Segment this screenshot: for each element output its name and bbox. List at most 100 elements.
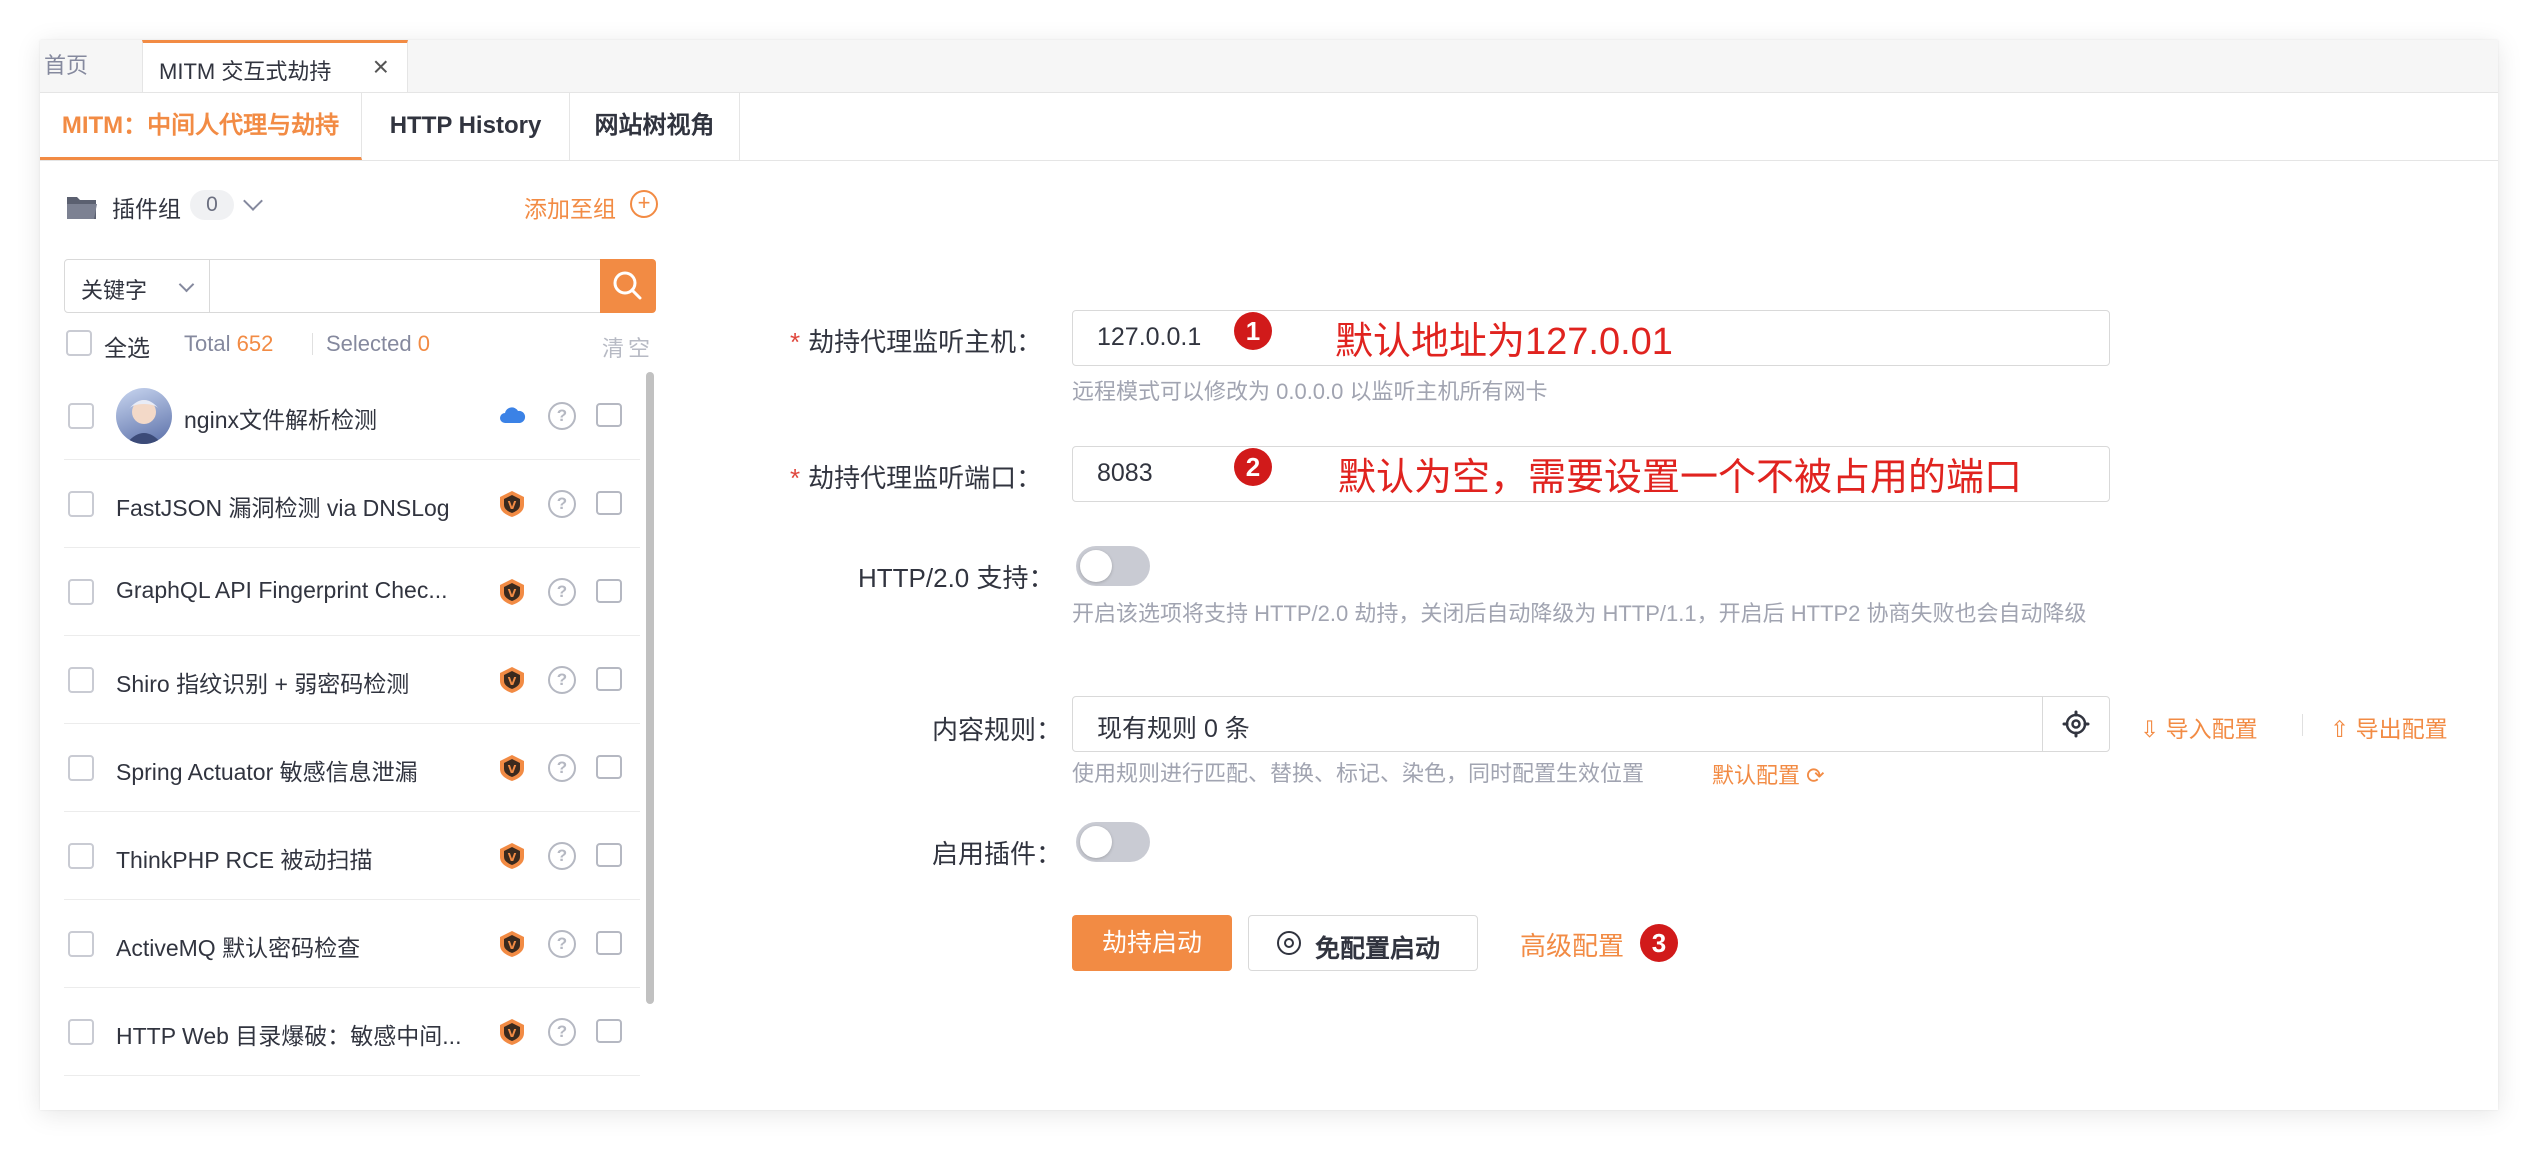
export-config-link[interactable]: ⇧ 导出配置 [2330,710,2448,744]
rules-label: 内容规则： [932,715,1063,745]
terminal-icon[interactable] [596,491,622,515]
rules-field[interactable]: 现有规则 0 条 [1072,696,2110,752]
chevron-down-icon[interactable] [243,191,263,211]
start-noconfig-button[interactable]: 免配置启动 [1248,915,1478,971]
sub-tab-bar: MITM：中间人代理与劫持 HTTP History 网站树视角 [40,92,2498,161]
shield-v-icon: V [500,579,524,605]
plugin-name: FastJSON 漏洞检测 via DNSLog [116,495,450,521]
list-item[interactable]: ThinkPHP RCE 被动扫描 V ? [64,812,640,900]
subtab-http-history[interactable]: HTTP History [362,92,570,160]
terminal-icon[interactable] [596,1019,622,1043]
tab-home[interactable]: 首页 [44,40,88,92]
clear-button[interactable]: 清空 [602,331,654,363]
search-icon [613,271,642,300]
svg-text:V: V [508,851,517,864]
list-item[interactable]: FastJSON 漏洞检测 via DNSLog V ? [64,460,640,548]
plugin-name: Shiro 指纹识别 + 弱密码检测 [116,671,410,697]
shield-v-icon: V [500,931,524,957]
total-count: Total 652 [184,331,274,356]
help-icon[interactable]: ? [548,1018,576,1046]
close-icon[interactable]: × [373,51,389,83]
list-item[interactable]: Shiro 指纹识别 + 弱密码检测 V ? [64,636,640,724]
select-all-checkbox[interactable] [66,330,92,356]
select-all-label[interactable]: 全选 [104,329,150,363]
tab-bar: 首页 MITM 交互式劫持 × [40,40,2498,93]
annotation-marker-1: 1 [1234,312,1272,350]
shield-v-icon: V [500,667,524,693]
host-label: * 劫持代理监听主机： [790,327,1043,357]
plugin-checkbox[interactable] [68,403,94,429]
help-icon[interactable]: ? [548,490,576,518]
shield-v-icon: V [500,1019,524,1045]
shield-v-icon: V [500,755,524,781]
add-to-group-link[interactable]: 添加至组 [524,190,616,224]
list-item[interactable]: GraphQL API Fingerprint Chec... V ? [64,548,640,636]
search-button[interactable] [600,259,656,313]
plugin-checkbox[interactable] [68,579,94,605]
svg-text:V: V [508,587,517,600]
search-row: 关键字 [64,259,656,313]
annotation-marker-3: 3 [1640,924,1678,962]
svg-text:V: V [508,1027,517,1040]
help-icon[interactable]: ? [548,578,576,606]
scrollbar[interactable] [646,372,654,1004]
help-icon[interactable]: ? [548,666,576,694]
export-icon: ⇧ [2330,716,2356,742]
rules-settings-button[interactable] [2042,697,2109,751]
app-window: 首页 MITM 交互式劫持 × MITM：中间人代理与劫持 HTTP Histo… [40,40,2498,1110]
shield-v-icon: V [500,491,524,517]
terminal-icon[interactable] [596,843,622,867]
plugin-checkbox[interactable] [68,667,94,693]
plugin-name: ActiveMQ 默认密码检查 [116,935,361,961]
start-hijack-button[interactable]: 劫持启动 [1072,915,1232,971]
advanced-config-link[interactable]: 高级配置 [1520,926,1624,963]
plugin-group-count: 0 [190,190,234,220]
help-icon[interactable]: ? [548,930,576,958]
default-config-link[interactable]: 默认配置 ⟳ [1712,758,1825,790]
plugin-name: nginx文件解析检测 [184,407,377,433]
subtab-mitm[interactable]: MITM：中间人代理与劫持 [40,92,362,160]
search-type-select[interactable]: 关键字 [64,259,210,313]
list-item[interactable]: Spring Actuator 敏感信息泄漏 V ? [64,724,640,812]
rules-hint: 使用规则进行匹配、替换、标记、染色，同时配置生效位置 [1072,761,1645,786]
terminal-icon[interactable] [596,931,622,955]
rules-value: 现有规则 0 条 [1097,715,1250,743]
avatar [116,388,172,444]
search-input[interactable] [209,259,601,313]
help-icon[interactable]: ? [548,842,576,870]
list-item[interactable]: nginx文件解析检测 ? [64,372,640,460]
plugin-checkbox[interactable] [68,1019,94,1045]
help-icon[interactable]: ? [548,754,576,782]
plus-circle-icon[interactable]: + [630,190,658,218]
tab-mitm[interactable]: MITM 交互式劫持 × [142,40,408,92]
plugin-checkbox[interactable] [68,843,94,869]
plugin-name: Spring Actuator 敏感信息泄漏 [116,759,418,785]
svg-text:V: V [508,939,517,952]
terminal-icon[interactable] [596,755,622,779]
help-icon[interactable]: ? [548,402,576,430]
list-item[interactable]: ActiveMQ 默认密码检查 V ? [64,900,640,988]
list-item[interactable]: HTTP Web 目录爆破：敏感中间... V ? [64,988,640,1076]
annotation-marker-2: 2 [1234,448,1272,486]
http2-toggle[interactable] [1076,546,1150,586]
chevron-down-icon [178,276,195,293]
annotation-host: 默认地址为127.0.01 [1335,321,1673,363]
host-hint: 远程模式可以修改为 0.0.0.0 以监听主机所有网卡 [1072,379,1548,404]
plugin-name: GraphQL API Fingerprint Chec... [116,577,448,603]
search-type-label: 关键字 [81,278,148,303]
plugin-checkbox[interactable] [68,931,94,957]
subtab-site-tree[interactable]: 网站树视角 [570,92,740,160]
plugin-checkbox[interactable] [68,755,94,781]
import-config-link[interactable]: ⇩ 导入配置 [2140,710,2258,744]
selected-count: Selected 0 [326,331,430,356]
plugin-enable-label: 启用插件： [932,839,1063,869]
terminal-icon[interactable] [596,403,622,427]
plugin-checkbox[interactable] [68,491,94,517]
http2-hint: 开启该选项将支持 HTTP/2.0 劫持，关闭后自动降级为 HTTP/1.1，开… [1072,601,2087,626]
terminal-icon[interactable] [596,579,622,603]
plugin-toggle[interactable] [1076,822,1150,862]
port-value: 8083 [1097,459,1153,487]
terminal-icon[interactable] [596,667,622,691]
folder-icon [67,197,97,219]
divider [312,333,313,355]
